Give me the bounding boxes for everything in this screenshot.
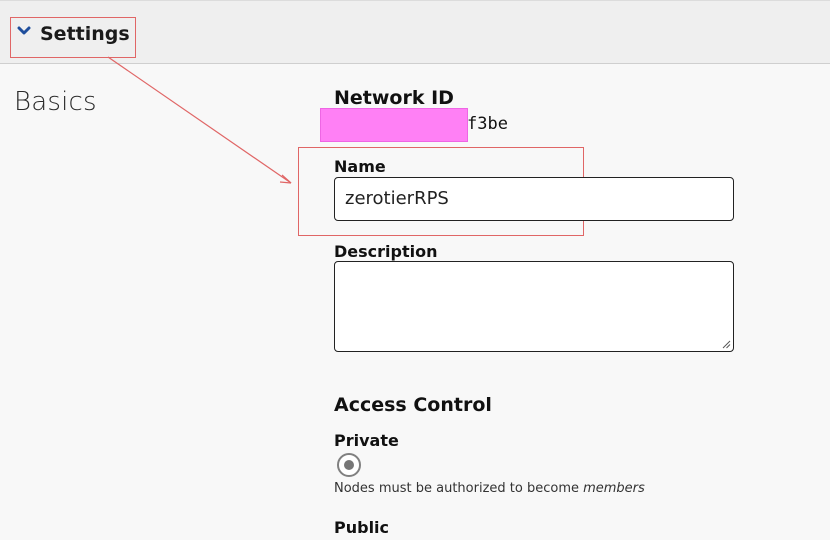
name-label: Name — [334, 157, 386, 176]
description-textarea[interactable] — [334, 261, 734, 352]
access-control-title: Access Control — [334, 394, 492, 416]
private-hint: Nodes must be authorized to become membe… — [334, 481, 645, 496]
private-label: Private — [334, 431, 399, 450]
section-title: Basics — [14, 87, 97, 117]
annotation-box-settings — [10, 17, 136, 58]
private-radio[interactable] — [337, 453, 361, 477]
public-label: Public — [334, 518, 390, 537]
description-label: Description — [334, 242, 438, 261]
radio-dot-icon — [344, 460, 354, 470]
resize-grip-icon[interactable] — [721, 339, 731, 349]
name-input[interactable]: zerotierRPS — [334, 177, 734, 221]
network-id-value: f3be — [467, 114, 508, 134]
network-id-redaction — [320, 108, 468, 142]
network-id-label: Network ID — [334, 87, 454, 109]
